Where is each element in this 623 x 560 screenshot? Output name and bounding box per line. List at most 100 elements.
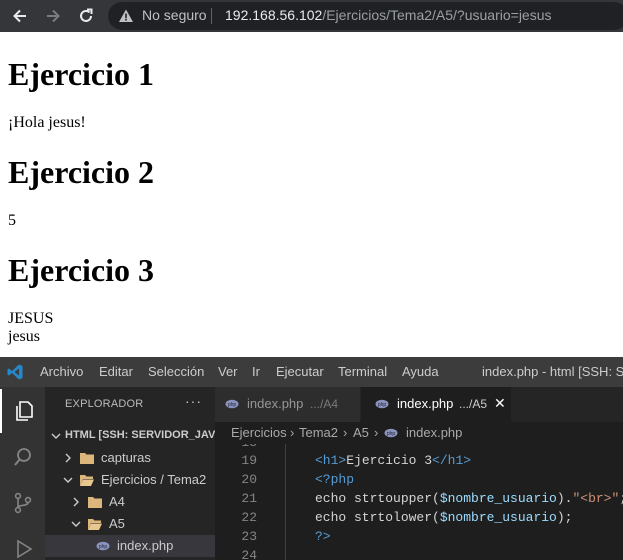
- menu-editar[interactable]: Editar: [99, 364, 133, 379]
- heading-ejercicio-3: Ejercicio 3: [8, 252, 155, 288]
- browser-toolbar: No seguro 192.168.56.102/Ejercicios/Tema…: [0, 0, 623, 32]
- code-text: <h1>Ejercicio 3</h1>: [315, 453, 471, 468]
- code-line-21: 21 echo strtoupper($nombre_usuario)."<br…: [215, 491, 623, 510]
- tab-index-php-a4[interactable]: php index.php .../A4: [215, 387, 360, 422]
- code-fn: echo strtolower(: [315, 510, 440, 525]
- url-text[interactable]: 192.168.56.102/Ejercicios/Tema2/A5/?usua…: [225, 7, 552, 23]
- svg-text:php: php: [99, 544, 108, 550]
- line-number: 18: [215, 444, 257, 450]
- line-number: 19: [241, 453, 257, 468]
- breadcrumb-separator: ›: [374, 425, 379, 440]
- breadcrumb-a5[interactable]: A5: [353, 425, 369, 440]
- breadcrumb-separator: ›: [290, 425, 295, 440]
- line-number: 22: [241, 510, 257, 525]
- tab-path: .../A4: [310, 397, 339, 411]
- breadcrumb-separator: ›: [343, 425, 348, 440]
- text-lower: jesus: [8, 328, 40, 345]
- tree-item-capturas[interactable]: capturas: [45, 447, 215, 469]
- address-bar[interactable]: No seguro 192.168.56.102/Ejercicios/Tema…: [108, 2, 623, 30]
- code-line-24: 24: [215, 548, 623, 560]
- svg-text:php: php: [378, 402, 387, 408]
- search-icon[interactable]: [0, 435, 45, 479]
- explorer-icon[interactable]: [0, 389, 45, 433]
- tree-item-a4[interactable]: A4: [45, 491, 215, 513]
- explorer-sidebar: EXPLORADOR ··· HTML [SSH: SERVIDOR_JAVI]…: [45, 387, 215, 560]
- tree-item-ejercicios[interactable]: Ejercicios / Tema2: [45, 469, 215, 491]
- code-punct: ).: [556, 491, 573, 506]
- text-count: 5: [8, 212, 16, 229]
- workspace-section[interactable]: HTML [SSH: SERVIDOR_JAVI]: [45, 425, 215, 447]
- menu-seleccion[interactable]: Selección: [148, 364, 204, 379]
- line-number: 21: [241, 491, 257, 506]
- menu-archivo[interactable]: Archivo: [40, 364, 83, 379]
- tree-label: A5: [109, 516, 125, 531]
- code-text: echo strtolower($nombre_usuario);: [315, 510, 572, 525]
- editor-tabs: php index.php .../A4 php index.php .../A…: [215, 387, 623, 422]
- code-punct: );: [556, 510, 573, 525]
- tab-path: .../A5: [459, 397, 488, 411]
- folder-icon: [80, 453, 94, 464]
- heading-ejercicio-1: Ejercicio 1: [8, 56, 155, 92]
- tab-index-php-a5[interactable]: php index.php .../A5 ✕: [361, 387, 511, 422]
- breadcrumb-tema2[interactable]: Tema2: [299, 425, 338, 440]
- html-text: Ejercicio 3: [346, 453, 433, 468]
- forward-arrow-icon[interactable]: [41, 4, 65, 28]
- code-fn: echo strtoupper(: [315, 491, 440, 506]
- menu-ver[interactable]: Ver: [218, 364, 238, 379]
- chevron-right-icon: [65, 453, 71, 463]
- menu-terminal[interactable]: Terminal: [338, 364, 387, 379]
- title-bar: Archivo Editar Selección Ver Ir Ejecutar…: [0, 357, 623, 387]
- text-hola: ¡Hola jesus!: [8, 114, 86, 131]
- explorer-title: EXPLORADOR: [65, 398, 144, 410]
- url-host: 192.168.56.102: [225, 7, 323, 23]
- tree-label: capturas: [101, 450, 151, 465]
- close-icon[interactable]: ✕: [494, 395, 506, 412]
- run-debug-icon[interactable]: [0, 527, 45, 560]
- folder-open-icon: [80, 475, 94, 486]
- tree-item-index-php[interactable]: php index.php: [45, 535, 215, 557]
- chevron-down-icon: [63, 477, 73, 483]
- vscode-logo-icon: [7, 364, 23, 380]
- workspace-label: HTML [SSH: SERVIDOR_JAVI]: [65, 429, 215, 441]
- html-tag: <h1>: [315, 453, 347, 468]
- php-open-tag: <?php: [315, 472, 355, 487]
- breadcrumb-index-php[interactable]: index.php: [406, 425, 462, 440]
- security-indicator[interactable]: No seguro: [142, 7, 207, 23]
- address-separator: [211, 8, 212, 24]
- vscode-window: Archivo Editar Selección Ver Ir Ejecutar…: [0, 357, 623, 560]
- url-path: /Ejercicios/Tema2/A5/?usuario=jesus: [322, 7, 552, 23]
- tree-label: Ejercicios / Tema2: [101, 472, 207, 487]
- svg-text:php: php: [387, 431, 396, 437]
- svg-text:php: php: [228, 402, 237, 408]
- menu-ejecutar[interactable]: Ejecutar: [276, 364, 324, 379]
- folder-open-icon: [88, 519, 102, 530]
- html-tag: </h1>: [432, 453, 472, 468]
- back-arrow-icon[interactable]: [8, 4, 32, 28]
- code-editor[interactable]: 18 19 <h1>Ejercicio 3</h1> 20 <?php 21 e…: [215, 444, 623, 560]
- reload-icon[interactable]: [74, 4, 98, 28]
- more-actions-icon[interactable]: ···: [185, 393, 202, 409]
- php-file-icon: php: [96, 541, 110, 551]
- folder-icon: [88, 497, 102, 508]
- code-string: "<br>": [572, 491, 620, 506]
- heading-ejercicio-2: Ejercicio 2: [8, 154, 155, 190]
- activity-bar: [0, 387, 45, 560]
- breadcrumb-ejercicios[interactable]: Ejercicios: [231, 425, 287, 440]
- chevron-right-icon: [73, 497, 79, 507]
- text-upper: JESUS: [8, 310, 54, 327]
- code-var: $nombre_usuario: [439, 491, 557, 506]
- code-line-19: 19 <h1>Ejercicio 3</h1>: [215, 453, 623, 472]
- breadcrumb: Ejercicios › Tema2 › A5 › php index.php: [215, 422, 623, 444]
- code-line-22: 22 echo strtolower($nombre_usuario);: [215, 510, 623, 529]
- menu-ayuda[interactable]: Ayuda: [402, 364, 439, 379]
- source-control-icon[interactable]: [0, 481, 45, 525]
- warning-triangle-icon: [119, 9, 133, 22]
- tree-item-a5[interactable]: A5: [45, 513, 215, 535]
- tab-label: index.php: [397, 396, 454, 411]
- tree-label: A4: [109, 494, 125, 509]
- php-file-icon: php: [225, 399, 239, 409]
- code-punct: ;: [619, 491, 623, 506]
- code-var: $nombre_usuario: [439, 510, 557, 525]
- line-number: 20: [241, 472, 257, 487]
- menu-ir[interactable]: Ir: [252, 364, 260, 379]
